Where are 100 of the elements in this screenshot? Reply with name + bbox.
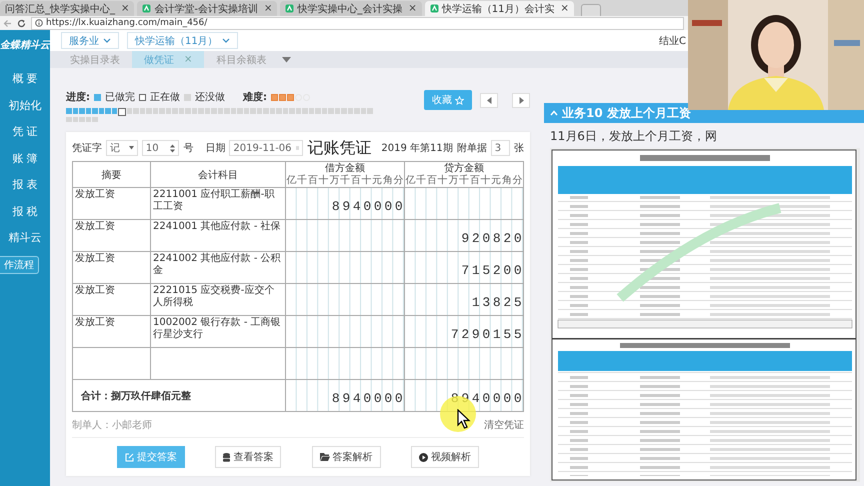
sidebar-item[interactable]: 凭 证	[12, 119, 38, 146]
dropdown-icon[interactable]	[282, 56, 292, 62]
field-label: 附单据	[456, 142, 487, 155]
attachments-field[interactable]: 3	[490, 140, 510, 156]
user-name: 结业C	[659, 34, 686, 48]
action-button[interactable]: 查看答案	[215, 446, 282, 468]
digit-unit-label: 万	[328, 175, 340, 187]
digit-unit-label: 百	[469, 175, 480, 187]
cursor-icon	[457, 409, 471, 429]
table-cell-text: 2221015 应交税费-应交个人所得税	[152, 284, 276, 310]
previous-button[interactable]	[480, 92, 498, 108]
digit-unit-label: 分	[512, 175, 524, 187]
field-label: 张	[514, 142, 524, 155]
action-button[interactable]: 视频解析	[410, 446, 479, 468]
table-cell-text: 发放工资	[74, 188, 116, 202]
digit-unit-label: 角	[502, 175, 512, 187]
field-label: 日期	[205, 142, 226, 155]
right-triangle-icon	[518, 96, 524, 104]
spinner-icon[interactable]	[170, 144, 176, 152]
table-cell-text: 2241002 其他应付款 - 公积金	[152, 252, 282, 278]
table-cell-text: 2211001 应付职工薪酬-职工工资	[152, 188, 276, 214]
sidebar-item[interactable]: 账 簿	[12, 146, 38, 172]
tab-close-button[interactable]: ×	[264, 3, 272, 14]
database-icon	[223, 452, 230, 462]
browser-tab[interactable]: 问答汇总_快学实操中心_ ×	[0, 1, 134, 16]
digit-unit-label: 千	[458, 175, 470, 187]
star-icon	[455, 96, 464, 104]
browser-tab[interactable]: 会计学堂-会计实操培训 ×	[137, 1, 278, 16]
dropdown-select[interactable]: 快学运输（11月）	[127, 32, 238, 49]
legend-swatch	[184, 94, 191, 100]
digit-unit-label: 百	[426, 175, 438, 187]
digit-unit-label: 千	[340, 175, 350, 187]
back-icon[interactable]	[3, 18, 12, 28]
legend-swatch	[94, 94, 101, 100]
voucher-title: 记账凭证	[307, 138, 372, 158]
dropdown-select[interactable]: 服务业	[61, 32, 119, 49]
digit-unit-label: 元	[490, 175, 502, 187]
digit-unit-label: 千	[296, 175, 308, 187]
digit-unit-label: 千	[416, 175, 426, 187]
digit-unit-label: 十	[361, 175, 372, 187]
table-cell-text: 发放工资	[74, 220, 116, 234]
digit-unit-label: 分	[393, 175, 404, 187]
tab-close-button[interactable]: ×	[560, 3, 569, 14]
legend-swatch	[139, 94, 146, 100]
tab-close-button[interactable]: ×	[408, 3, 417, 14]
table-cell-text: 1002002 银行存款 - 工商银行星沙支行	[152, 316, 282, 342]
next-button[interactable]	[512, 92, 530, 108]
sidebar-item[interactable]: 初始化	[8, 92, 42, 119]
clear-voucher-link[interactable]: 清空凭证	[484, 418, 524, 432]
period-text: 2019 年第11期	[381, 142, 453, 155]
digit-unit-label: 十	[480, 175, 491, 187]
digit-unit-label: 元	[372, 175, 383, 187]
legend-label: 正在做	[150, 91, 180, 104]
preparer-text: 制单人：小邮老师	[72, 418, 152, 432]
column-header: 会计科目	[150, 162, 286, 188]
table-cell-text: 发放工资	[74, 252, 116, 266]
digit-unit-label: 万	[448, 175, 459, 187]
digit-unit-label: 十	[318, 175, 329, 187]
table-cell-text: 2241001 其他应付款 - 社保	[152, 220, 282, 234]
caret-icon	[103, 38, 111, 43]
process-button[interactable]: 作流程	[0, 256, 39, 274]
field-label: 号	[183, 142, 194, 155]
digit-unit-label: 亿	[286, 175, 297, 187]
tab-close-button[interactable]: ×	[121, 3, 130, 14]
sidebar-item[interactable]: 报 表	[12, 172, 38, 198]
caret-icon	[128, 146, 134, 150]
difficulty-label: 难度:	[243, 90, 267, 104]
browser-tab[interactable]: 快学运输（11月）会计实 ×	[424, 1, 574, 16]
legend-label: 还没做	[195, 91, 225, 104]
play-icon	[418, 452, 428, 462]
progress-label: 进度:	[66, 90, 90, 104]
left-triangle-icon	[486, 96, 492, 104]
voucher-type-select[interactable]: 记	[106, 140, 138, 156]
reload-icon[interactable]	[17, 18, 26, 28]
address-field[interactable]: https://lx.kuaizhang.com/main_456/	[31, 16, 684, 30]
edit-icon	[125, 452, 134, 462]
column-header: 借方金额	[324, 162, 366, 174]
chevron-up-icon[interactable]	[550, 110, 558, 116]
number-field[interactable]: 10	[142, 140, 180, 156]
digit-unit-label: 百	[307, 175, 318, 187]
legend-label: 已做完	[105, 90, 135, 104]
action-button[interactable]: 答案解析	[312, 446, 381, 468]
table-cell-text: 发放工资	[74, 316, 116, 330]
logo-text: 金蝶精斗云	[0, 38, 50, 52]
task-description: 11月6日，发放上个月工资，网	[550, 128, 718, 145]
digit-unit-label: 百	[350, 175, 362, 187]
date-field[interactable]: 2019-11-06	[229, 140, 304, 156]
caret-icon	[222, 38, 230, 43]
sidebar-item[interactable]: 精斗云	[8, 225, 42, 252]
total-label: 合计：捌万玖仟肆佰元整	[72, 380, 286, 412]
column-header: 贷方金额	[443, 162, 485, 174]
sidebar-item[interactable]: 概 要	[12, 66, 38, 92]
field-label: 凭证字	[72, 142, 102, 155]
table-cell-text: 发放工资	[74, 284, 116, 298]
task-title: 业务10 发放上个月工资	[562, 104, 691, 122]
digit-unit-label: 角	[382, 175, 394, 187]
browser-tab[interactable]: 快学实操中心_会计实操 ×	[280, 1, 422, 16]
sidebar-item[interactable]: 报 税	[12, 198, 38, 225]
info-icon	[35, 19, 43, 27]
digit-unit-label: 亿	[405, 175, 416, 187]
